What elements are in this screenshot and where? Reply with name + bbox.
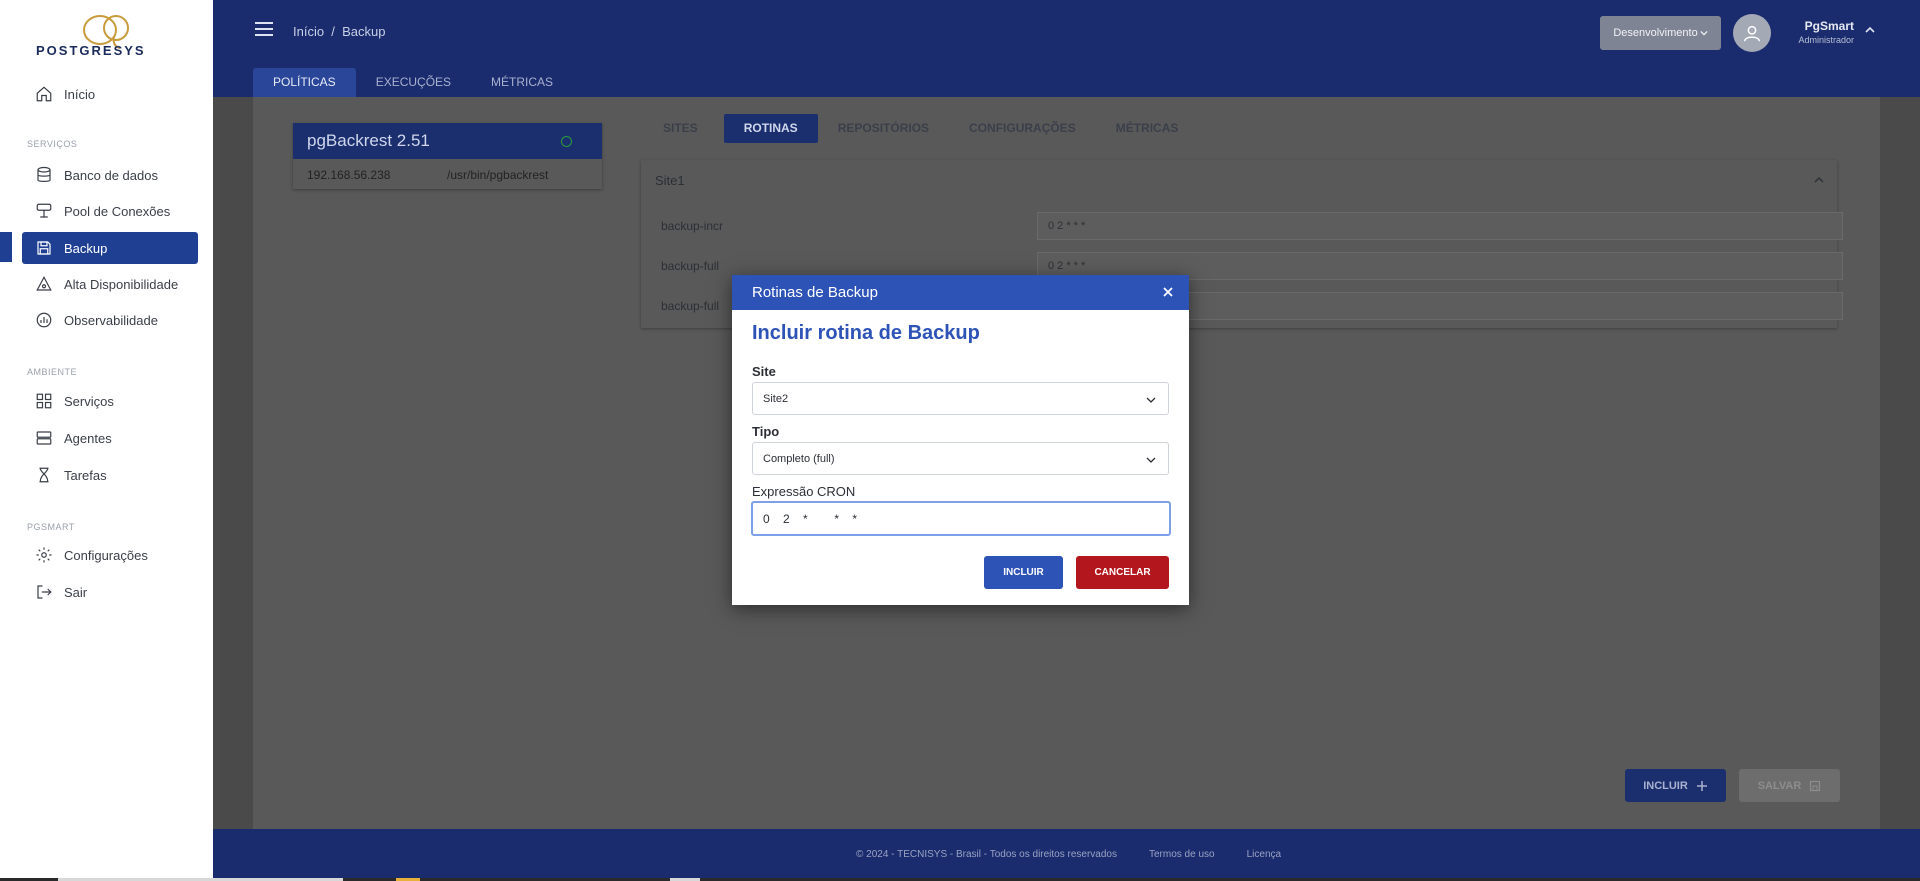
sidebar-item-configuracoes[interactable]: Configurações <box>22 539 198 571</box>
site-select[interactable]: Site2 <box>752 382 1169 415</box>
sidebar-item-label: Sair <box>64 584 88 600</box>
save-icon <box>1810 780 1821 791</box>
footer-copyright: © 2024 - TECNISYS - Brasil - Todos os di… <box>856 849 1117 860</box>
modal-title: Incluir rotina de Backup <box>752 322 980 344</box>
tipo-select[interactable]: Completo (full) <box>752 442 1169 475</box>
site-title: Site1 <box>655 173 685 188</box>
save-icon <box>34 238 54 258</box>
sidebar-section-title: AMBIENTE <box>27 367 78 377</box>
home-icon <box>34 84 54 104</box>
routine-label: backup-full <box>661 259 720 273</box>
sidebar-item-pool-de-conexoes[interactable]: Pool de Conexões <box>22 195 198 227</box>
sidebar-item-label: Configurações <box>64 547 148 563</box>
menu-icon[interactable] <box>255 22 273 36</box>
sidebar-item-agentes[interactable]: Agentes <box>22 422 198 454</box>
chart-icon <box>34 310 54 330</box>
sidebar-item-observabilidade[interactable]: Observabilidade <box>22 304 198 336</box>
routine-label: backup-incr <box>661 219 724 233</box>
incluir-label: INCLUIR <box>1643 779 1688 792</box>
footer-links: © 2024 - TECNISYS - Brasil - Todos os di… <box>856 849 1281 860</box>
chevron-down-icon <box>1146 397 1156 403</box>
tool-card-header: pgBackrest 2.51 <box>293 123 602 159</box>
sidebar-item-tarefas[interactable]: Tarefas <box>22 459 198 491</box>
sidebar-item-sair[interactable]: Sair <box>22 576 198 608</box>
sidebar-item-label: Agentes <box>64 430 112 446</box>
sidebar-item-label: Pool de Conexões <box>64 203 171 219</box>
footer-terms-link[interactable]: Termos de uso <box>1149 849 1215 860</box>
subtab-configuracoes[interactable]: CONFIGURAÇÕES <box>949 114 1096 143</box>
sidebar-item-label: Início <box>64 86 96 102</box>
sidebar-item-banco-de-dados[interactable]: Banco de dados <box>22 159 198 191</box>
chevron-up-icon[interactable] <box>1864 24 1876 36</box>
grid-icon <box>34 391 54 411</box>
logout-icon <box>34 582 54 602</box>
environment-value: Desenvolvimento <box>1613 27 1698 39</box>
subtab-metricas[interactable]: MÉTRICAS <box>1096 114 1199 143</box>
sidebar-item-label: Tarefas <box>64 467 107 483</box>
subtab-rotinas[interactable]: ROTINAS <box>723 114 818 143</box>
chevron-down-icon <box>1146 457 1156 463</box>
routine-row: backup-incr 0 2 * * * <box>661 212 1843 240</box>
subtab-repositorios[interactable]: REPOSITÓRIOS <box>818 114 949 143</box>
cron-label: Expressão CRON <box>752 484 856 499</box>
chevron-up-icon[interactable] <box>1813 174 1825 186</box>
tool-ip: 192.168.56.238 <box>307 168 391 182</box>
site-label: Site <box>752 364 776 379</box>
modal-header: Rotinas de Backup <box>732 275 1189 310</box>
sidebar-item-backup[interactable]: Backup <box>22 232 198 264</box>
incluir-button[interactable]: INCLUIR <box>1625 769 1726 802</box>
modal-incluir-button[interactable]: INCLUIR <box>984 556 1063 589</box>
database-icon <box>34 165 54 185</box>
tab-politicas[interactable]: POLÍTICAS <box>253 68 356 97</box>
avatar[interactable] <box>1733 14 1771 52</box>
hourglass-icon <box>34 465 54 485</box>
sidebar-section-title: PGSMART <box>27 522 75 532</box>
triangle-icon <box>34 274 54 294</box>
routine-label: backup-full <box>661 299 720 313</box>
plus-icon <box>1696 780 1707 791</box>
gear-icon <box>34 545 54 565</box>
tool-path: /usr/bin/pgbackrest <box>447 168 549 182</box>
routine-modal: Rotinas de Backup Incluir rotina de Back… <box>732 275 1189 605</box>
user-role: Administrador <box>1798 35 1854 45</box>
main-tabs: POLÍTICAS EXECUÇÕES MÉTRICAS <box>253 68 573 97</box>
cron-expression-input[interactable] <box>751 501 1171 536</box>
sidebar-item-label: Alta Disponibilidade <box>64 276 179 292</box>
brand-name: POSTGRESYS <box>36 43 146 58</box>
user-icon <box>1743 25 1761 42</box>
sidebar-item-label: Backup <box>64 240 108 256</box>
sidebar-item-servicos[interactable]: Serviços <box>22 385 198 417</box>
sidebar-section-title: SERVIÇOS <box>27 139 78 149</box>
pool-icon <box>34 201 54 221</box>
salvar-button[interactable]: SALVAR <box>1739 769 1840 802</box>
chevron-down-icon <box>1700 30 1708 36</box>
sidebar-item-alta-disponibilidade[interactable]: Alta Disponibilidade <box>22 268 198 300</box>
tipo-label: Tipo <box>752 424 780 439</box>
tool-card[interactable]: pgBackrest 2.51 192.168.56.238 /usr/bin/… <box>293 123 602 189</box>
user-name: PgSmart <box>1804 19 1854 33</box>
footer-license-link[interactable]: Licença <box>1247 849 1281 860</box>
environment-select[interactable]: Desenvolvimento <box>1600 16 1721 50</box>
tab-execucoes[interactable]: EXECUÇÕES <box>356 68 471 97</box>
tab-metricas[interactable]: MÉTRICAS <box>471 68 573 97</box>
site-select-value: Site2 <box>763 393 789 405</box>
routine-cron-value[interactable]: 0 2 * * * <box>1037 212 1843 240</box>
server-icon <box>34 428 54 448</box>
modal-cancelar-button[interactable]: CANCELAR <box>1076 556 1169 589</box>
sidebar-item-label: Banco de dados <box>64 167 158 183</box>
sub-tabs: SITES ROTINAS REPOSITÓRIOS CONFIGURAÇÕES… <box>643 114 1198 143</box>
sidebar-item-label: Serviços <box>64 393 114 409</box>
status-ok-icon <box>561 136 572 147</box>
salvar-label: SALVAR <box>1757 779 1802 792</box>
tipo-select-value: Completo (full) <box>763 453 835 465</box>
modal-header-title: Rotinas de Backup <box>752 284 878 301</box>
active-marker <box>0 232 12 262</box>
subtab-sites[interactable]: SITES <box>643 114 718 143</box>
sidebar-item-label: Observabilidade <box>64 312 158 328</box>
sidebar: POSTGRESYS Início SERVIÇOS Banco de dado… <box>0 0 213 881</box>
breadcrumb: Início / Backup <box>293 24 386 39</box>
tool-title: pgBackrest 2.51 <box>307 131 430 150</box>
close-icon[interactable] <box>1161 285 1175 299</box>
sidebar-item-inicio[interactable]: Início <box>22 78 198 110</box>
